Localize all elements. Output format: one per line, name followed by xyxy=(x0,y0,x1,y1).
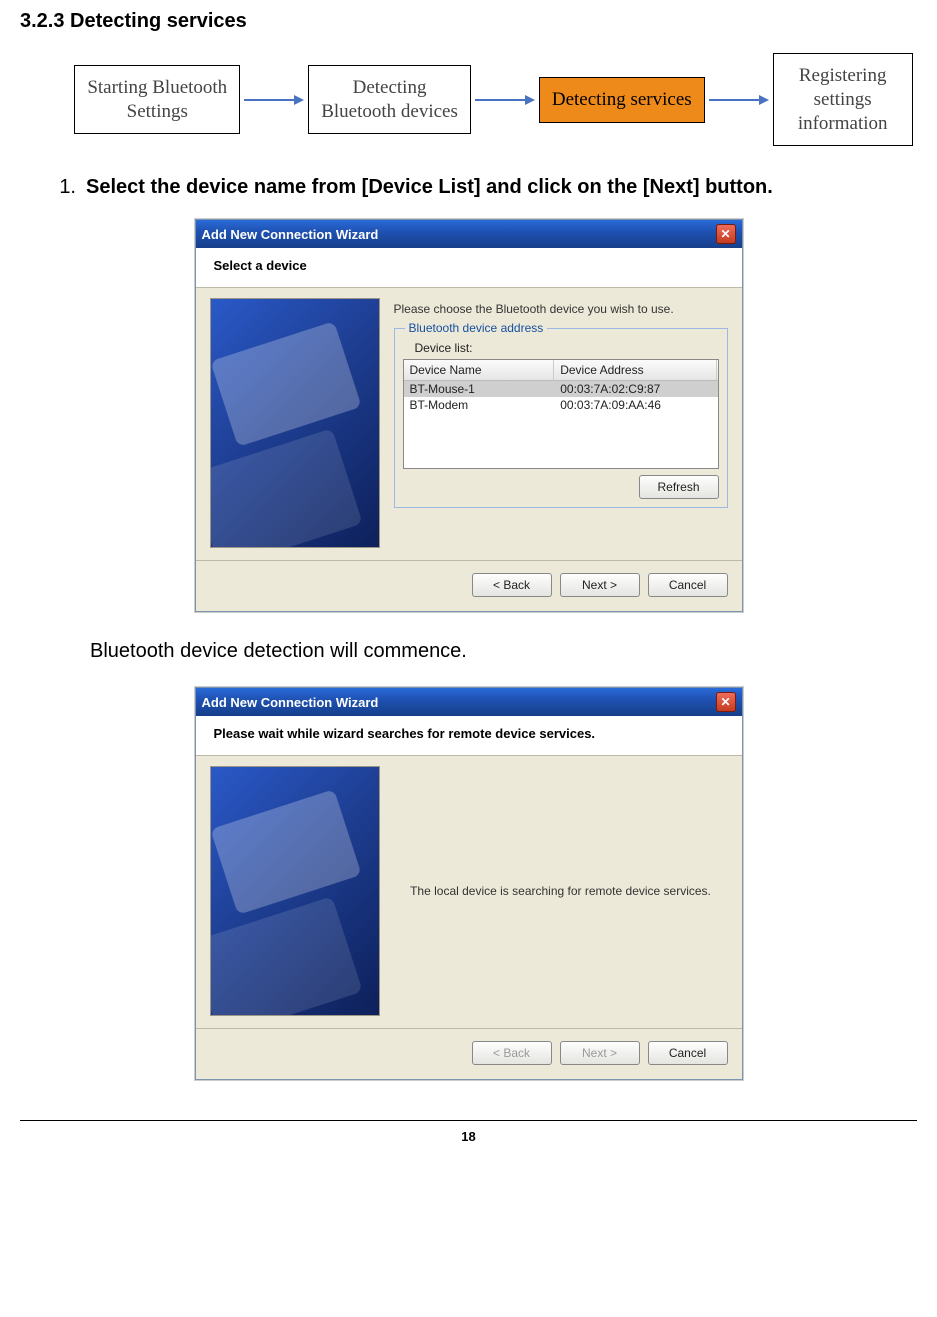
cell-device-address: 00:03:7A:02:C9:87 xyxy=(554,382,717,396)
list-header: Device Name Device Address xyxy=(404,360,718,381)
refresh-button[interactable]: Refresh xyxy=(639,475,719,499)
page-number: 18 xyxy=(20,1120,917,1144)
cancel-button[interactable]: Cancel xyxy=(648,1041,728,1065)
arrow-icon xyxy=(471,93,539,107)
flow-diagram: Starting BluetoothSettings DetectingBlue… xyxy=(70,53,917,146)
flow-step-2: DetectingBluetooth devices xyxy=(308,65,471,135)
wizard-banner: Select a device xyxy=(196,248,742,288)
groupbox-device-address: Bluetooth device address Device list: De… xyxy=(394,328,728,508)
flow-step-4: Registeringsettingsinformation xyxy=(773,53,913,146)
wizard-footer: < Back Next > Cancel xyxy=(196,561,742,611)
searching-message: The local device is searching for remote… xyxy=(410,884,711,898)
wizard-illustration xyxy=(210,298,380,548)
flow-step-1-label: Starting BluetoothSettings xyxy=(87,77,227,122)
table-row[interactable]: BT-Mouse-1 00:03:7A:02:C9:87 xyxy=(404,381,718,397)
next-button[interactable]: Next > xyxy=(560,573,640,597)
back-button[interactable]: < Back xyxy=(472,573,552,597)
cell-device-name: BT-Mouse-1 xyxy=(404,382,555,396)
arrow-icon xyxy=(705,93,773,107)
titlebar: Add New Connection Wizard ✕ xyxy=(196,220,742,248)
device-list[interactable]: Device Name Device Address BT-Mouse-1 00… xyxy=(403,359,719,469)
flow-step-4-label: Registeringsettingsinformation xyxy=(798,65,888,134)
wizard-body: Please choose the Bluetooth device you w… xyxy=(196,288,742,554)
flow-step-1: Starting BluetoothSettings xyxy=(74,65,240,135)
arrow-icon xyxy=(240,93,308,107)
searching-message-pane: The local device is searching for remote… xyxy=(394,766,728,1016)
cell-device-address: 00:03:7A:09:AA:46 xyxy=(554,398,717,412)
cancel-button[interactable]: Cancel xyxy=(648,573,728,597)
next-button: Next > xyxy=(560,1041,640,1065)
col-header-address[interactable]: Device Address xyxy=(554,360,717,380)
titlebar: Add New Connection Wizard ✕ xyxy=(196,688,742,716)
close-icon[interactable]: ✕ xyxy=(716,224,736,244)
window-title: Add New Connection Wizard xyxy=(202,227,716,242)
wizard-1: Add New Connection Wizard ✕ Select a dev… xyxy=(195,219,743,612)
wizard-2-container: Add New Connection Wizard ✕ Please wait … xyxy=(20,687,917,1080)
flow-step-3-active: Detecting services xyxy=(539,77,705,123)
wizard-banner: Please wait while wizard searches for re… xyxy=(196,716,742,756)
between-text: Bluetooth device detection will commence… xyxy=(90,640,917,663)
table-row[interactable]: BT-Modem 00:03:7A:09:AA:46 xyxy=(404,397,718,413)
intro-text: Please choose the Bluetooth device you w… xyxy=(394,302,728,316)
window-title: Add New Connection Wizard xyxy=(202,695,716,710)
wizard-illustration xyxy=(210,766,380,1016)
section-heading: 3.2.3 Detecting services xyxy=(20,10,917,33)
refresh-row: Refresh xyxy=(403,475,719,499)
col-header-name[interactable]: Device Name xyxy=(404,360,555,380)
wizard-body: The local device is searching for remote… xyxy=(196,756,742,1022)
step-1: 1. Select the device name from [Device L… xyxy=(50,176,917,199)
wizard-right-pane: Please choose the Bluetooth device you w… xyxy=(394,298,728,548)
flow-step-2-label: DetectingBluetooth devices xyxy=(321,77,458,122)
step-1-number: 1. xyxy=(50,176,76,199)
back-button: < Back xyxy=(472,1041,552,1065)
cell-device-name: BT-Modem xyxy=(404,398,555,412)
step-1-text: Select the device name from [Device List… xyxy=(86,176,773,199)
wizard-1-container: Add New Connection Wizard ✕ Select a dev… xyxy=(20,219,917,612)
close-icon[interactable]: ✕ xyxy=(716,692,736,712)
device-list-label: Device list: xyxy=(415,341,719,355)
wizard-footer: < Back Next > Cancel xyxy=(196,1029,742,1079)
list-rows: BT-Mouse-1 00:03:7A:02:C9:87 BT-Modem 00… xyxy=(404,381,718,413)
flow-step-3-label: Detecting services xyxy=(552,89,692,110)
groupbox-legend: Bluetooth device address xyxy=(405,321,548,335)
wizard-2: Add New Connection Wizard ✕ Please wait … xyxy=(195,687,743,1080)
